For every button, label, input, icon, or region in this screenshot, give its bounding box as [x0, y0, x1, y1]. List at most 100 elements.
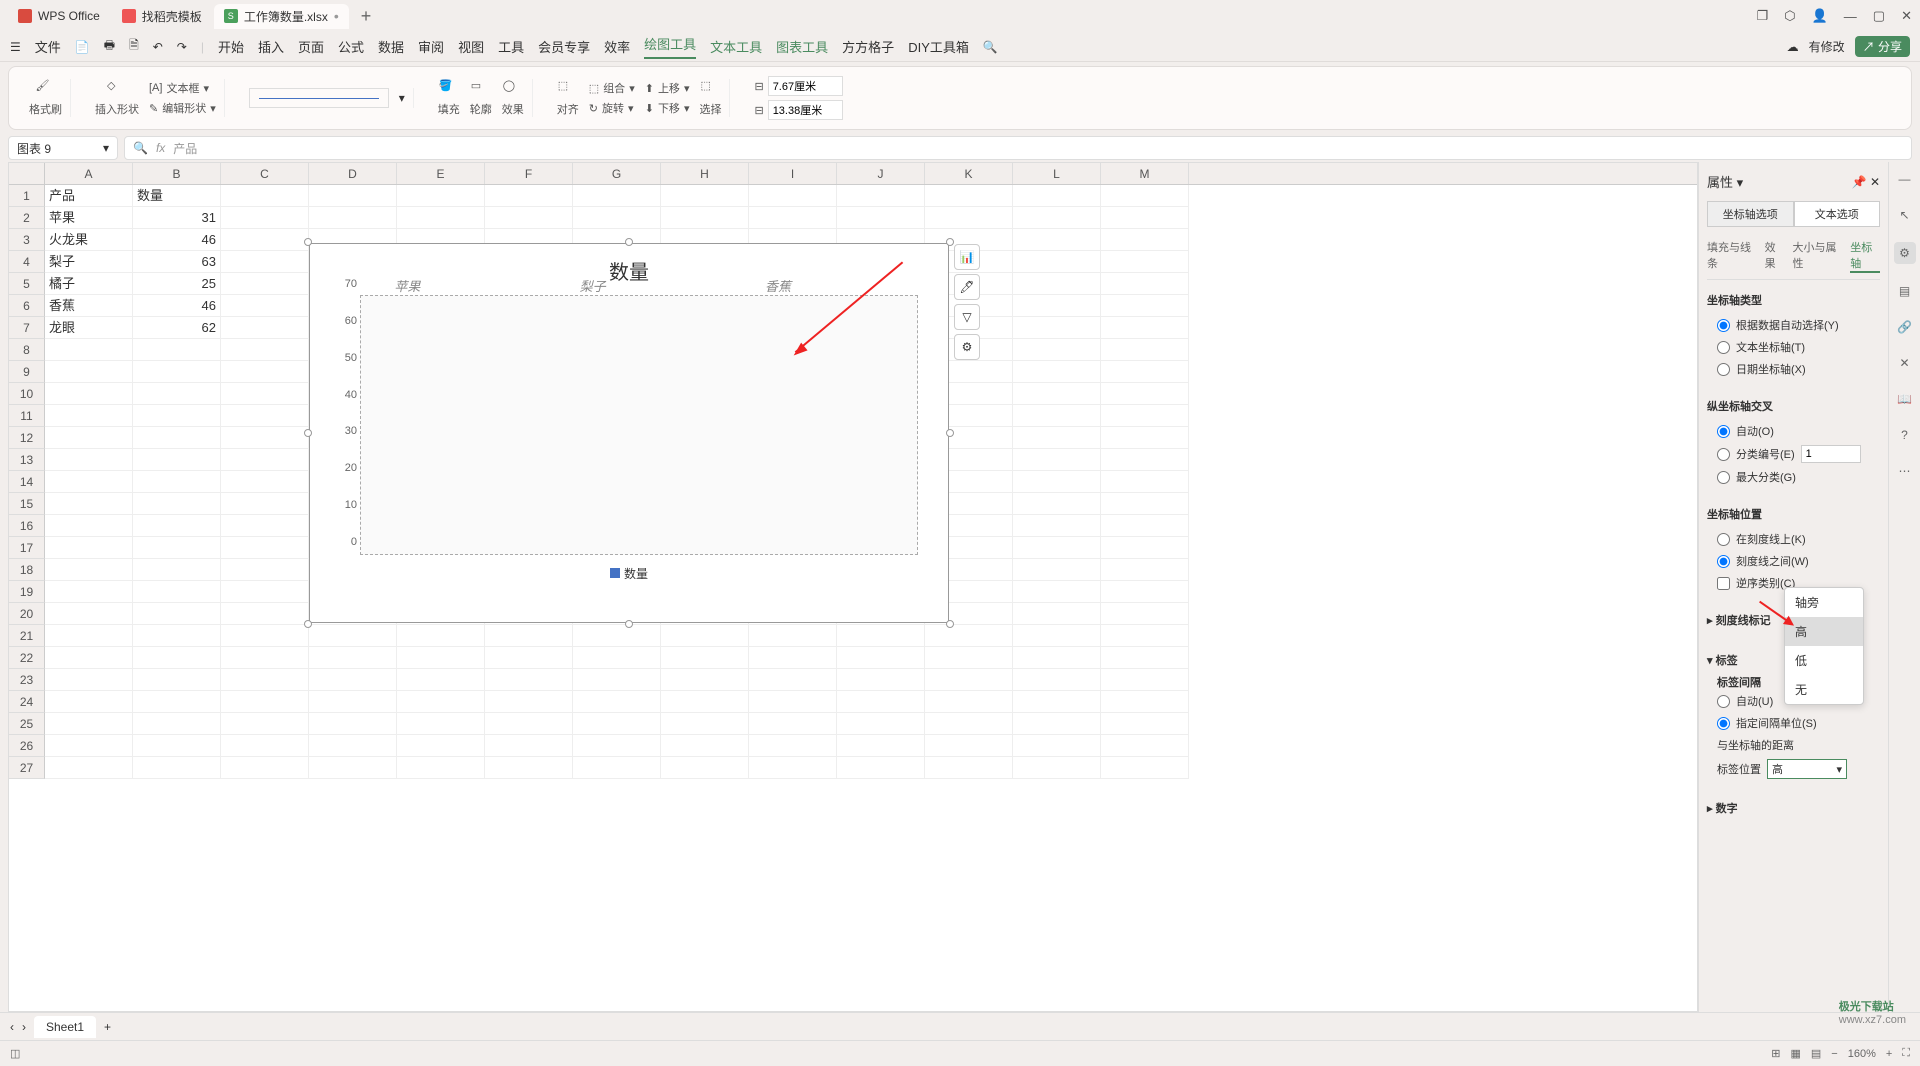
zoom-in-icon[interactable]: +: [1886, 1048, 1892, 1060]
cell[interactable]: 香蕉: [45, 295, 133, 317]
dd-item-low[interactable]: 低: [1785, 646, 1863, 675]
cell[interactable]: [309, 713, 397, 735]
cell[interactable]: [1101, 383, 1189, 405]
cell[interactable]: [1101, 537, 1189, 559]
column-header[interactable]: J: [837, 163, 925, 184]
cell[interactable]: 产品: [45, 185, 133, 207]
cell[interactable]: [1101, 405, 1189, 427]
text-box-button[interactable]: [A] 文本框 ▾: [149, 80, 216, 96]
cell[interactable]: [837, 625, 925, 647]
cell[interactable]: [397, 669, 485, 691]
cell[interactable]: [837, 185, 925, 207]
cell[interactable]: [1101, 735, 1189, 757]
cell[interactable]: [925, 625, 1013, 647]
cell[interactable]: [45, 581, 133, 603]
width-input[interactable]: [768, 100, 843, 120]
cell[interactable]: [1101, 559, 1189, 581]
app-tab-template[interactable]: 找稻壳模板: [112, 4, 212, 29]
cell[interactable]: [1101, 713, 1189, 735]
row-header[interactable]: 15: [9, 493, 45, 515]
cross-icon[interactable]: ✕: [1896, 354, 1914, 372]
cell[interactable]: [573, 735, 661, 757]
cell[interactable]: [661, 735, 749, 757]
cell[interactable]: [133, 559, 221, 581]
cell[interactable]: [221, 581, 309, 603]
cell[interactable]: [133, 647, 221, 669]
cell[interactable]: [45, 515, 133, 537]
menu-efficiency[interactable]: 效率: [604, 37, 630, 56]
edit-shape-button[interactable]: ✎ 编辑形状 ▾: [149, 100, 216, 116]
chart-legend[interactable]: 数量: [310, 555, 948, 582]
row-header[interactable]: 7: [9, 317, 45, 339]
row-header[interactable]: 21: [9, 625, 45, 647]
cell[interactable]: [1013, 273, 1101, 295]
cell[interactable]: [133, 339, 221, 361]
cell[interactable]: [1013, 691, 1101, 713]
row-header[interactable]: 3: [9, 229, 45, 251]
column-header[interactable]: H: [661, 163, 749, 184]
cell[interactable]: [221, 515, 309, 537]
pin-icon[interactable]: 📌: [1852, 175, 1867, 189]
dd-item-by-axis[interactable]: 轴旁: [1785, 588, 1863, 617]
cell[interactable]: [749, 691, 837, 713]
cell[interactable]: [45, 713, 133, 735]
cell[interactable]: [45, 405, 133, 427]
cell[interactable]: [133, 405, 221, 427]
print-preview-icon[interactable]: 🗎: [129, 36, 139, 57]
row-header[interactable]: 5: [9, 273, 45, 295]
cell[interactable]: [45, 339, 133, 361]
cell[interactable]: [925, 207, 1013, 229]
cell[interactable]: [925, 735, 1013, 757]
cell[interactable]: [45, 647, 133, 669]
app-tab-workbook[interactable]: S 工作簿数量.xlsx •: [214, 4, 349, 29]
cell[interactable]: [1101, 251, 1189, 273]
cell[interactable]: [221, 185, 309, 207]
menu-data[interactable]: 数据: [378, 37, 404, 56]
cell[interactable]: [133, 493, 221, 515]
row-header[interactable]: 17: [9, 537, 45, 559]
cell[interactable]: [573, 185, 661, 207]
search-icon[interactable]: 🔍: [983, 40, 998, 54]
cell[interactable]: [1013, 251, 1101, 273]
window-restore-icon[interactable]: ❐: [1757, 8, 1769, 24]
cell[interactable]: [661, 669, 749, 691]
menu-text-tools[interactable]: 文本工具: [710, 37, 762, 56]
menu-chart-tools[interactable]: 图表工具: [776, 37, 828, 56]
cell[interactable]: [1101, 669, 1189, 691]
cell[interactable]: [485, 757, 573, 779]
cloud-icon[interactable]: ☁: [1787, 40, 1799, 54]
cell[interactable]: [1013, 493, 1101, 515]
cell[interactable]: [133, 361, 221, 383]
subtab-effect[interactable]: 效果: [1765, 239, 1785, 273]
cell[interactable]: [925, 713, 1013, 735]
cell[interactable]: 苹果: [45, 207, 133, 229]
row-header[interactable]: 2: [9, 207, 45, 229]
collapse-icon[interactable]: —: [1896, 170, 1914, 188]
cell[interactable]: [837, 647, 925, 669]
cell[interactable]: [837, 713, 925, 735]
cell[interactable]: [133, 691, 221, 713]
more-icon[interactable]: ⋯: [1896, 462, 1914, 480]
view-layout-icon[interactable]: ▤: [1811, 1047, 1821, 1060]
layer-icon[interactable]: ▤: [1896, 282, 1914, 300]
radio-cross-category[interactable]: 分类编号(E): [1707, 442, 1880, 466]
column-header[interactable]: L: [1013, 163, 1101, 184]
cell[interactable]: [661, 713, 749, 735]
row-header[interactable]: 18: [9, 559, 45, 581]
menu-view[interactable]: 视图: [458, 37, 484, 56]
cell[interactable]: [1013, 449, 1101, 471]
cell[interactable]: [661, 185, 749, 207]
chart-styles-button[interactable]: 🖊: [954, 274, 980, 300]
cell[interactable]: [221, 383, 309, 405]
row-header[interactable]: 8: [9, 339, 45, 361]
cell[interactable]: [1013, 427, 1101, 449]
cell[interactable]: [1013, 229, 1101, 251]
cell[interactable]: [45, 603, 133, 625]
cell[interactable]: [1101, 229, 1189, 251]
cell[interactable]: [573, 757, 661, 779]
cell[interactable]: [221, 317, 309, 339]
cell[interactable]: [485, 207, 573, 229]
cube-icon[interactable]: ⬡: [1784, 8, 1795, 24]
cell[interactable]: [573, 691, 661, 713]
column-header[interactable]: B: [133, 163, 221, 184]
